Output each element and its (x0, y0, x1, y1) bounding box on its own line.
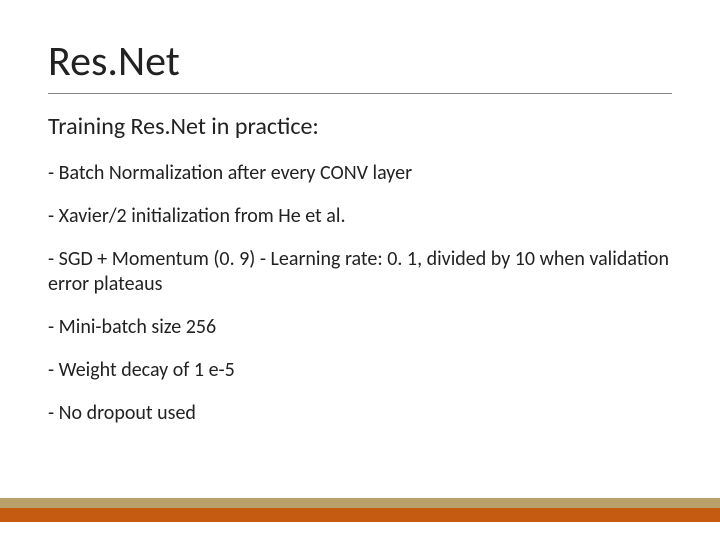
footer-band-bottom (0, 508, 720, 522)
slide-content: Res.Net Training Res.Net in practice: - … (0, 0, 720, 426)
bullet-item: - Weight decay of 1 e-5 (48, 358, 672, 383)
bullet-item: - No dropout used (48, 401, 672, 426)
bullet-item: - SGD + Momentum (0. 9) - Learning rate:… (48, 247, 672, 297)
bullet-item: - Batch Normalization after every CONV l… (48, 161, 672, 186)
title-underline (48, 93, 672, 94)
bullet-item: - Xavier/2 initialization from He et al. (48, 204, 672, 229)
slide-subtitle: Training Res.Net in practice: (48, 112, 672, 141)
footer-accent-bar (0, 498, 720, 522)
slide-title: Res.Net (48, 36, 672, 87)
footer-band-top (0, 498, 720, 508)
bullet-item: - Mini-batch size 256 (48, 315, 672, 340)
